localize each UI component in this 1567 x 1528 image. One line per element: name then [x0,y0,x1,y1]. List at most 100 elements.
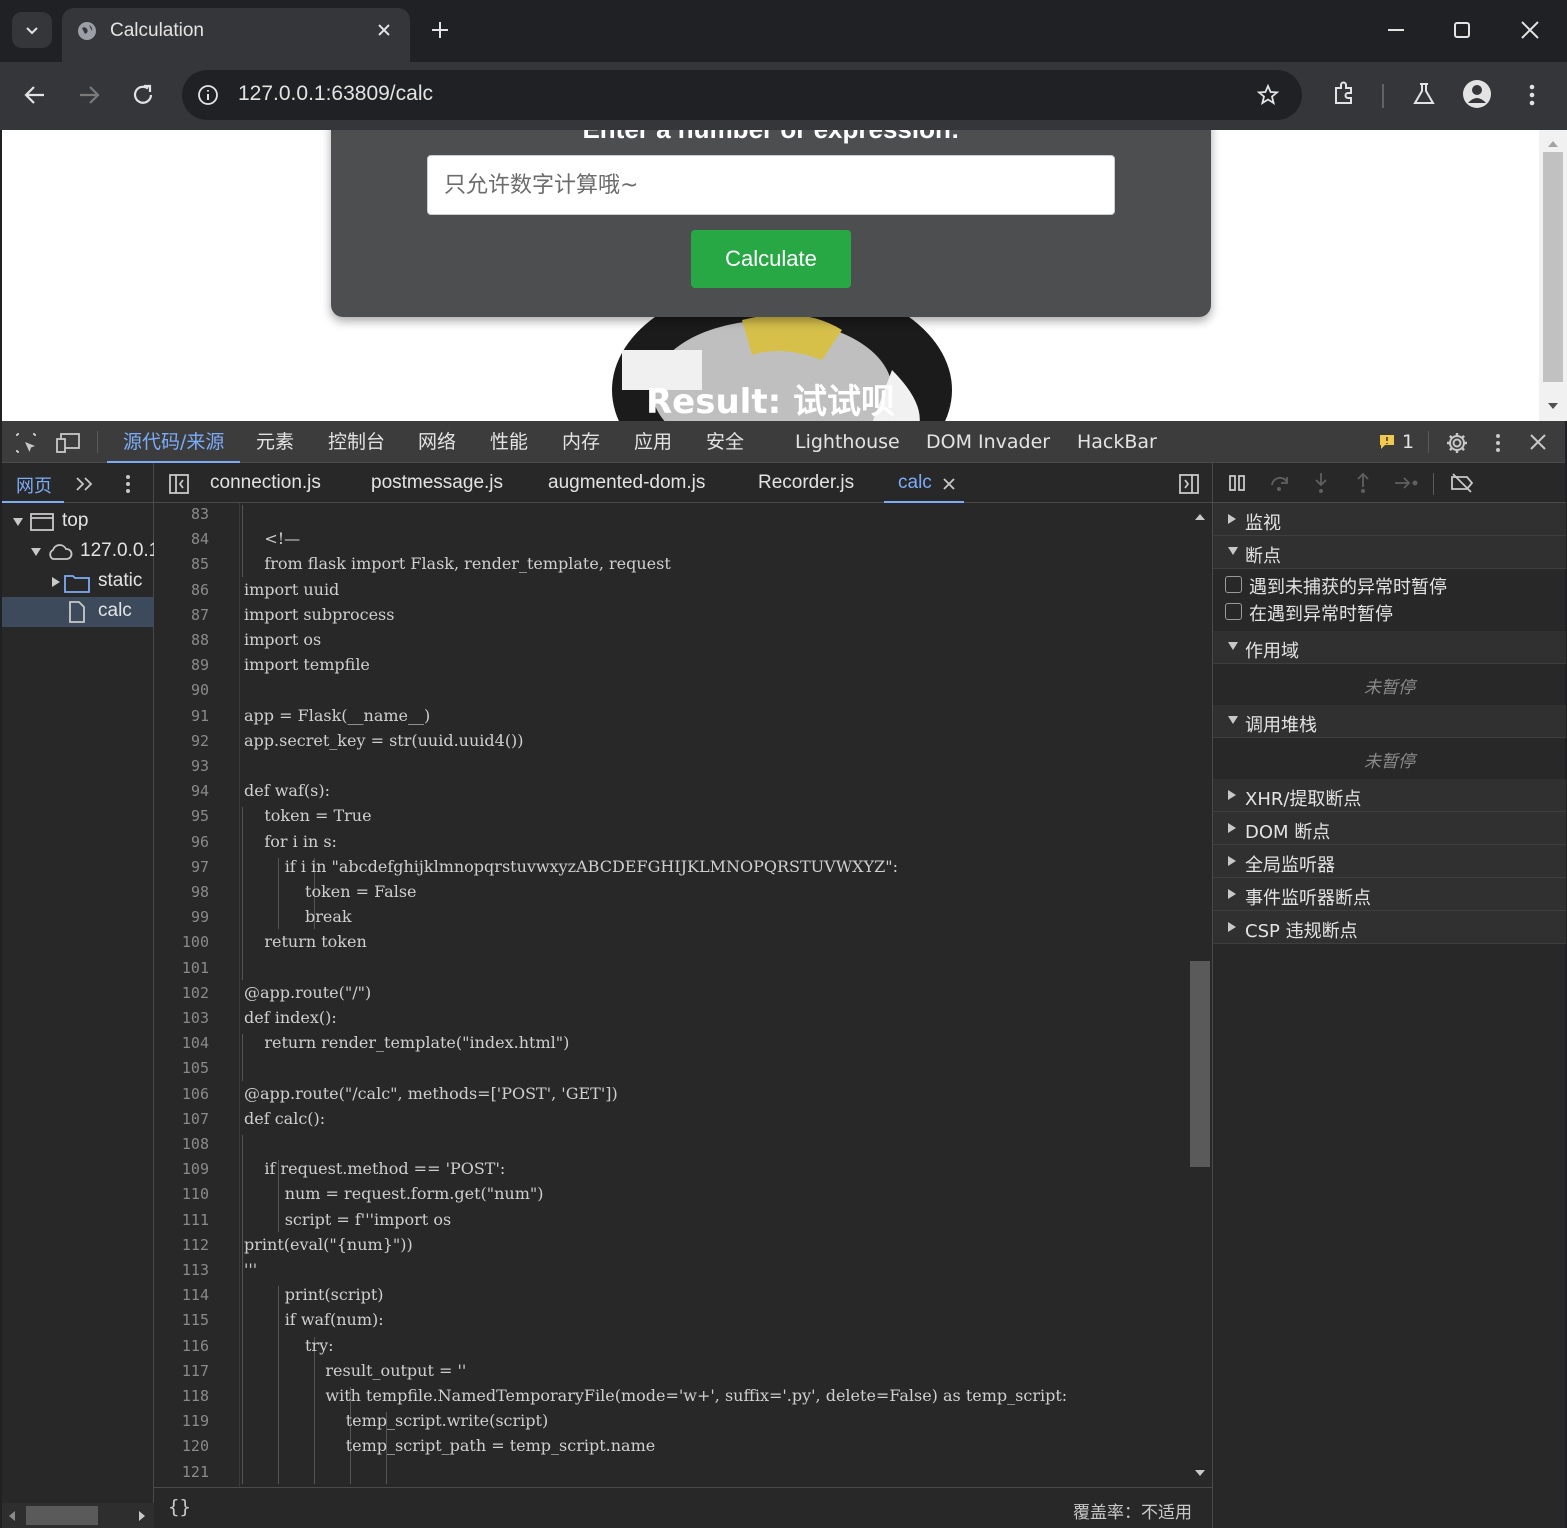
line-number[interactable]: 96 [154,833,209,851]
line-number[interactable]: 95 [154,807,209,825]
line-number[interactable]: 117 [154,1362,209,1380]
line-number[interactable]: 108 [154,1135,209,1153]
close-icon[interactable] [374,20,394,40]
file-tab-postmessage[interactable]: postmessage.js [371,463,503,503]
window-close-icon[interactable] [1518,18,1542,42]
tab-console[interactable]: 控制台 [328,421,385,463]
line-number[interactable]: 83 [154,505,209,523]
line-number[interactable]: 88 [154,631,209,649]
line-number[interactable]: 103 [154,1009,209,1027]
section-scope[interactable]: 作用域 [1213,631,1566,664]
section-xhr-breakpoints[interactable]: XHR/提取断点 [1213,779,1566,812]
line-number[interactable]: 92 [154,732,209,750]
devtools-menu-icon[interactable] [1488,431,1508,455]
pretty-print-icon[interactable]: {} [168,1496,191,1518]
forward-icon[interactable] [76,82,102,108]
issues-icon[interactable] [1378,433,1396,451]
scroll-up-icon[interactable] [1547,138,1559,148]
tab-sources[interactable]: 源代码/来源 [107,421,241,463]
line-number[interactable]: 90 [154,681,209,699]
line-number[interactable]: 87 [154,606,209,624]
line-number[interactable]: 102 [154,984,209,1002]
line-number[interactable]: 85 [154,555,209,573]
number-input[interactable] [427,155,1115,215]
navigator-menu-icon[interactable] [120,473,136,495]
line-number[interactable]: 100 [154,933,209,951]
scroll-left-icon[interactable] [8,1510,16,1522]
section-dom-breakpoints[interactable]: DOM 断点 [1213,812,1566,845]
page-scroll-thumb[interactable] [1543,152,1563,382]
devtools-close-icon[interactable] [1527,431,1549,453]
tab-network[interactable]: 网络 [418,421,456,463]
device-toolbar-icon[interactable] [56,431,82,455]
toggle-debugger-icon[interactable] [1178,473,1200,495]
scroll-right-icon[interactable] [138,1510,146,1522]
line-number[interactable]: 89 [154,656,209,674]
line-number[interactable]: 109 [154,1160,209,1178]
navigator-tab-page[interactable]: 网页 [2,463,64,503]
line-number[interactable]: 104 [154,1034,209,1052]
tab-lighthouse[interactable]: Lighthouse [795,421,900,463]
address-bar[interactable]: 127.0.0.1:63809/calc [182,70,1302,120]
tab-hackbar[interactable]: HackBar [1077,421,1157,463]
back-icon[interactable] [22,82,48,108]
more-tabs-icon[interactable] [74,475,94,493]
checkbox[interactable] [1225,603,1242,620]
line-number[interactable]: 91 [154,707,209,725]
settings-gear-icon[interactable] [1445,431,1469,455]
file-tab-augmented-dom[interactable]: augmented-dom.js [548,463,705,503]
line-number[interactable]: 115 [154,1311,209,1329]
line-number[interactable]: 93 [154,757,209,775]
line-number[interactable]: 101 [154,959,209,977]
bookmark-star-icon[interactable] [1256,83,1280,107]
line-number[interactable]: 118 [154,1387,209,1405]
section-watch[interactable]: 监视 [1213,503,1566,536]
section-csp-breakpoints[interactable]: CSP 违规断点 [1213,911,1566,944]
scroll-down-icon[interactable] [1547,402,1559,412]
kebab-menu-icon[interactable] [1520,82,1544,108]
line-number[interactable]: 105 [154,1059,209,1077]
collapse-arrow-icon[interactable] [50,576,62,588]
line-number[interactable]: 110 [154,1185,209,1203]
line-gutter[interactable]: 83 84 85 86 87 88 89 90 91 92 93 94 95 96 97 98 99 100 101… [154,503,240,1487]
line-number[interactable]: 121 [154,1463,209,1481]
section-global-listeners[interactable]: 全局监听器 [1213,845,1566,878]
tab-security[interactable]: 安全 [706,421,744,463]
minimize-icon[interactable] [1384,18,1408,42]
scroll-up-icon[interactable] [1194,511,1206,521]
line-number[interactable]: 111 [154,1211,209,1229]
tree-item-top[interactable]: top [2,507,154,537]
checkbox-pause-caught[interactable]: 在遇到异常时暂停 [1213,598,1566,626]
navigator-hscrollbar[interactable] [2,1503,154,1528]
line-number[interactable]: 106 [154,1085,209,1103]
section-call-stack[interactable]: 调用堆栈 [1213,705,1566,738]
tab-memory[interactable]: 内存 [562,421,600,463]
checkbox[interactable] [1225,576,1242,593]
editor-scroll-thumb[interactable] [1190,961,1210,1167]
profile-avatar-icon[interactable] [1462,79,1492,109]
tab-elements[interactable]: 元素 [256,421,294,463]
file-tab-connection[interactable]: connection.js [210,463,321,503]
browser-tab[interactable]: Calculation [62,8,410,62]
reload-icon[interactable] [130,82,156,108]
tab-performance[interactable]: 性能 [490,421,528,463]
expand-arrow-icon[interactable] [12,516,24,528]
tab-search-button[interactable] [12,12,52,48]
file-tab-calc[interactable]: calc [884,463,964,503]
file-tab-recorder[interactable]: Recorder.js [758,463,854,503]
close-tab-icon[interactable] [942,477,956,491]
pause-icon[interactable] [1227,473,1247,493]
line-number[interactable]: 84 [154,530,209,548]
line-number[interactable]: 86 [154,581,209,599]
new-tab-icon[interactable] [428,18,452,42]
labs-flask-icon[interactable] [1410,80,1438,108]
deactivate-breakpoints-icon[interactable] [1449,472,1475,494]
tree-item-calc[interactable]: calc [2,597,154,627]
expand-arrow-icon[interactable] [30,546,42,558]
code-area[interactable]: 83 84 85 86 87 88 89 90 91 92 93 94 95 96 97 98 99 100 101… [154,503,1188,1487]
navigator-hscroll-thumb[interactable] [26,1506,98,1525]
line-number[interactable]: 114 [154,1286,209,1304]
tree-item-host[interactable]: 127.0.0.1 [2,537,154,567]
line-number[interactable]: 113 [154,1261,209,1279]
issues-count[interactable]: 1 [1402,421,1414,463]
